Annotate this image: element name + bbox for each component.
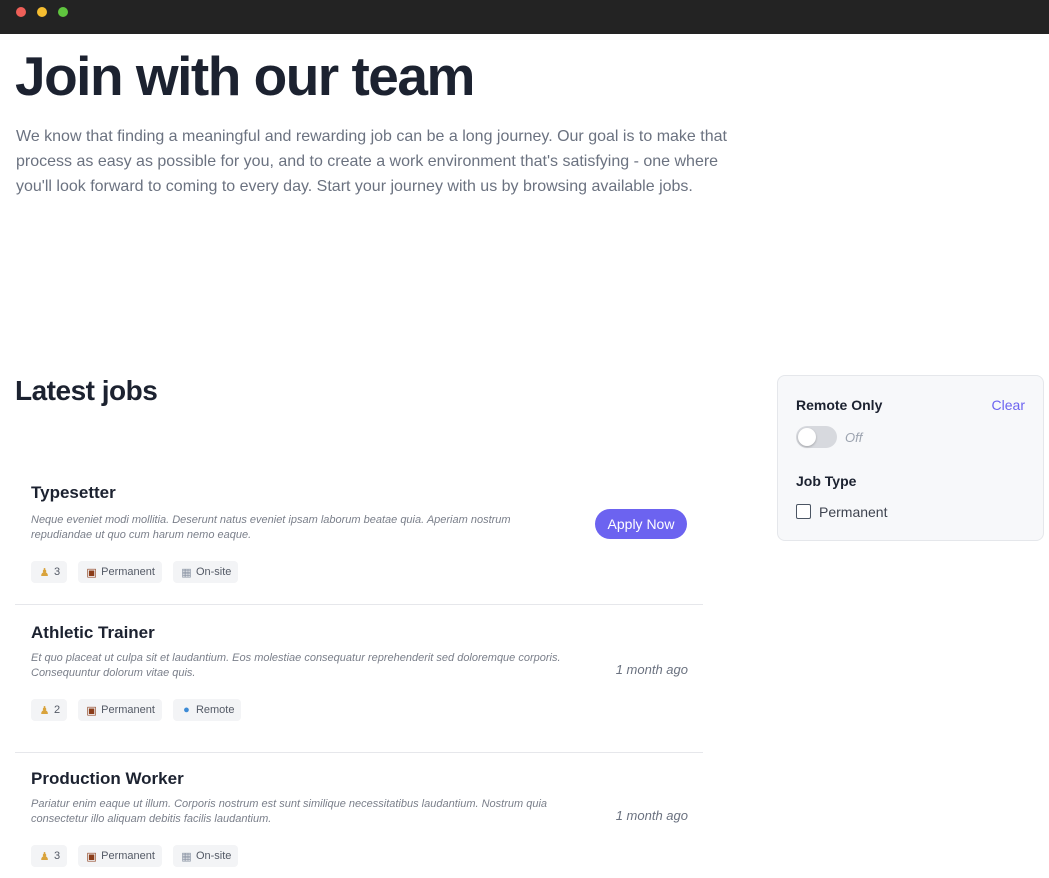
briefcase-icon: ▣ — [86, 704, 97, 717]
apply-now-button[interactable]: Apply Now — [595, 509, 687, 539]
job-card[interactable]: Typesetter Neque eveniet modi mollitia. … — [15, 457, 703, 605]
openings-count: 3 — [54, 566, 61, 578]
location-badge: ● Remote — [172, 699, 242, 721]
job-description: Neque eveniet modi mollitia. Deserunt na… — [31, 514, 511, 541]
openings-badge: ♟ 3 — [31, 561, 68, 583]
job-type: Permanent — [101, 566, 155, 578]
person-icon: ♟ — [39, 704, 50, 717]
job-tags: ♟ 2 ▣ Permanent ● Remote — [31, 699, 242, 721]
section-title-latest-jobs: Latest jobs — [15, 375, 158, 406]
globe-icon: ● — [183, 704, 190, 716]
toggle-knob — [798, 428, 816, 446]
job-type: Permanent — [101, 704, 155, 716]
location-badge: ▦ On-site — [172, 561, 239, 583]
job-tags: ♟ 3 ▣ Permanent ▦ On-site — [31, 845, 239, 867]
job-location: On-site — [195, 566, 232, 578]
briefcase-icon: ▣ — [86, 850, 97, 863]
location-badge: ▦ On-site — [172, 845, 239, 867]
openings-count: 3 — [54, 850, 61, 862]
remote-only-label: Remote Only — [796, 397, 883, 413]
job-title[interactable]: Production Worker — [31, 769, 184, 789]
maximize-window-button[interactable] — [58, 7, 68, 17]
minimize-window-button[interactable] — [37, 7, 47, 17]
hero-description: We know that finding a meaningful and re… — [16, 128, 727, 195]
job-type-badge: ▣ Permanent — [78, 699, 162, 721]
person-icon: ♟ — [39, 850, 50, 863]
permanent-checkbox[interactable] — [796, 504, 811, 519]
posted-time: 1 month ago — [615, 662, 688, 677]
openings-count: 2 — [54, 704, 61, 716]
clear-filters-link[interactable]: Clear — [992, 397, 1025, 413]
page-title: Join with our team — [15, 45, 475, 107]
openings-badge: ♟ 3 — [31, 845, 68, 867]
job-card[interactable]: Production Worker Pariatur enim eaque ut… — [15, 753, 703, 878]
briefcase-icon: ▣ — [86, 566, 97, 579]
permanent-checkbox-label[interactable]: Permanent — [819, 504, 887, 520]
openings-badge: ♟ 2 — [31, 699, 68, 721]
building-icon: ▦ — [181, 850, 192, 863]
remote-only-toggle[interactable] — [796, 426, 837, 448]
filter-panel: Remote Only Clear Off Job Type Permanent — [777, 375, 1044, 541]
toggle-state-label: Off — [845, 430, 863, 445]
job-location: Remote — [195, 704, 235, 716]
job-type-label: Job Type — [796, 473, 857, 489]
job-card[interactable]: Athletic Trainer Et quo placeat ut culpa… — [15, 605, 703, 753]
job-title[interactable]: Typesetter — [31, 483, 116, 503]
job-title[interactable]: Athletic Trainer — [31, 623, 155, 643]
close-window-button[interactable] — [16, 7, 26, 17]
window-titlebar — [0, 0, 1049, 34]
job-description: Et quo placeat ut culpa sit et laudantiu… — [31, 652, 561, 679]
building-icon: ▦ — [181, 566, 192, 579]
job-type: Permanent — [101, 850, 155, 862]
job-type-badge: ▣ Permanent — [78, 561, 162, 583]
posted-time: 1 month ago — [615, 808, 688, 823]
job-tags: ♟ 3 ▣ Permanent ▦ On-site — [31, 561, 239, 583]
job-type-badge: ▣ Permanent — [78, 845, 162, 867]
person-icon: ♟ — [39, 566, 50, 579]
job-location: On-site — [195, 850, 232, 862]
job-description: Pariatur enim eaque ut illum. Corporis n… — [31, 798, 548, 825]
